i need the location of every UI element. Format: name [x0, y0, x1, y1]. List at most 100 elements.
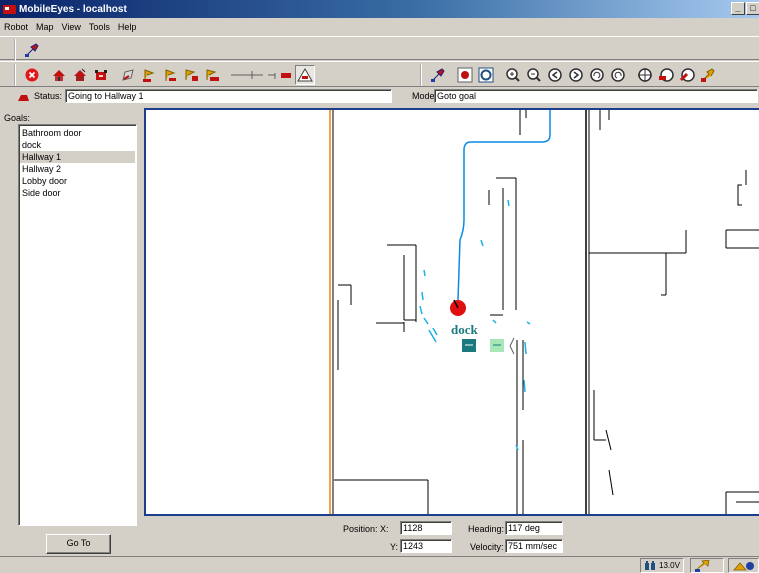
- menu-help[interactable]: Help: [118, 22, 137, 32]
- go-to-button[interactable]: Go To: [46, 534, 111, 554]
- goal-item-bathroom-door[interactable]: Bathroom door: [20, 127, 135, 139]
- robot-icon: [95, 70, 107, 80]
- joystick-icon: [268, 73, 291, 79]
- dock-view-button[interactable]: [677, 65, 697, 85]
- pan-left-button[interactable]: [545, 65, 565, 85]
- goal-arrow-icon: [165, 69, 176, 81]
- goal-arrow-button[interactable]: [160, 65, 180, 85]
- rotate-right-button[interactable]: [608, 65, 628, 85]
- battery-icon: [645, 560, 655, 570]
- goals-list[interactable]: Bathroom door dock Hallway 1 Hallway 2 L…: [18, 124, 137, 526]
- position-y-field: 1243: [400, 539, 452, 553]
- camera-button[interactable]: [476, 65, 496, 85]
- goal-sequence-button[interactable]: [139, 65, 159, 85]
- toolbar-top: [0, 36, 759, 61]
- dock-marker[interactable]: [462, 339, 476, 352]
- options-icon: [701, 68, 715, 82]
- menu-tools[interactable]: Tools: [89, 22, 110, 32]
- bottom-status-bar: 13.0V: [0, 556, 759, 573]
- dock-label: dock: [451, 322, 479, 337]
- menu-map[interactable]: Map: [36, 22, 54, 32]
- menu-view[interactable]: View: [62, 22, 81, 32]
- center-icon: [638, 68, 652, 82]
- robot-button[interactable]: [91, 65, 111, 85]
- velocity-field: 751 mm/sec: [505, 539, 563, 553]
- dock-target-marker: [490, 337, 515, 355]
- rotate-left-icon: [590, 68, 604, 82]
- close-button[interactable]: □: [746, 2, 759, 15]
- goals-label: Goals:: [4, 113, 31, 123]
- home-button[interactable]: [49, 65, 69, 85]
- menu-bar: Robot Map View Tools Help: [0, 19, 759, 35]
- toolbar-main: [0, 61, 759, 87]
- camera-icon: [478, 67, 494, 83]
- goal-item-hallway-2[interactable]: Hallway 2: [20, 163, 135, 175]
- zoom-in-icon: [506, 68, 520, 82]
- connect-button[interactable]: [22, 40, 42, 60]
- rotate-left-button[interactable]: [587, 65, 607, 85]
- path-icon: [231, 71, 263, 79]
- map-icon: [431, 68, 445, 82]
- goal-item-hallway-1[interactable]: Hallway 1: [20, 151, 135, 163]
- robot-status-icon: [18, 95, 29, 101]
- goal-item-dock[interactable]: dock: [20, 139, 135, 151]
- map-button[interactable]: [428, 65, 448, 85]
- status-field: Going to Hallway 1: [65, 89, 392, 103]
- center-button[interactable]: [635, 65, 655, 85]
- wander-button[interactable]: [202, 65, 222, 85]
- app-icon: [3, 5, 16, 14]
- stop-button[interactable]: [22, 65, 42, 85]
- dock-icon: [74, 68, 86, 81]
- joystick-button[interactable]: [266, 65, 294, 85]
- battery-panel: 13.0V: [640, 558, 684, 573]
- map-canvas[interactable]: dock: [146, 110, 759, 516]
- map-view[interactable]: dock: [144, 108, 759, 516]
- warning-button[interactable]: [295, 65, 315, 85]
- record-button[interactable]: [455, 65, 475, 85]
- robot-marker: [450, 299, 466, 316]
- home-icon: [53, 70, 65, 81]
- position-x-label: Position: X:: [343, 524, 389, 534]
- connect-icon: [25, 43, 39, 57]
- menu-robot[interactable]: Robot: [4, 22, 28, 32]
- zoom-out-icon: [527, 68, 541, 82]
- pan-right-icon: [569, 68, 583, 82]
- tour-button[interactable]: [181, 65, 201, 85]
- velocity-label: Velocity:: [470, 542, 504, 552]
- goal-sequence-icon: [143, 69, 155, 82]
- minimize-button[interactable]: _: [731, 2, 745, 15]
- battery-voltage: 13.0V: [659, 561, 680, 570]
- title-bar: MobileEyes - localhost _ □: [0, 0, 759, 18]
- toolbar-group-commands: [14, 64, 316, 86]
- planned-path: [457, 110, 551, 301]
- zoom-in-button[interactable]: [503, 65, 523, 85]
- goal-item-side-door[interactable]: Side door: [20, 187, 135, 199]
- heading-label: Heading:: [468, 524, 505, 534]
- pan-left-icon: [548, 68, 562, 82]
- window-title: MobileEyes - localhost: [19, 3, 127, 15]
- stop-icon: [25, 68, 39, 82]
- path-button[interactable]: [229, 65, 265, 85]
- toolbar-group-view: [420, 64, 719, 86]
- robot-link-panel: [728, 558, 759, 573]
- follow-button[interactable]: [656, 65, 676, 85]
- warning-icon: [297, 68, 313, 82]
- map-walls: [332, 110, 759, 514]
- record-icon: [457, 67, 473, 83]
- goal-button[interactable]: [118, 65, 138, 85]
- rotate-right-icon: [611, 68, 625, 82]
- goal-item-lobby-door[interactable]: Lobby door: [20, 175, 135, 187]
- toolbar-group-connect: [14, 39, 43, 61]
- dock-button[interactable]: [70, 65, 90, 85]
- heading-field: 117 deg: [505, 521, 563, 535]
- status-label: Status:: [34, 91, 63, 101]
- connection-panel: [690, 558, 724, 573]
- zoom-out-button[interactable]: [524, 65, 544, 85]
- wander-icon: [206, 69, 219, 81]
- wireless-icon: [695, 559, 710, 572]
- follow-icon: [659, 68, 674, 82]
- mode-field: Goto goal: [434, 89, 758, 103]
- pan-right-button[interactable]: [566, 65, 586, 85]
- status-row: Status: Going to Hallway 1 Mode: Goto go…: [0, 88, 759, 104]
- options-button[interactable]: [698, 65, 718, 85]
